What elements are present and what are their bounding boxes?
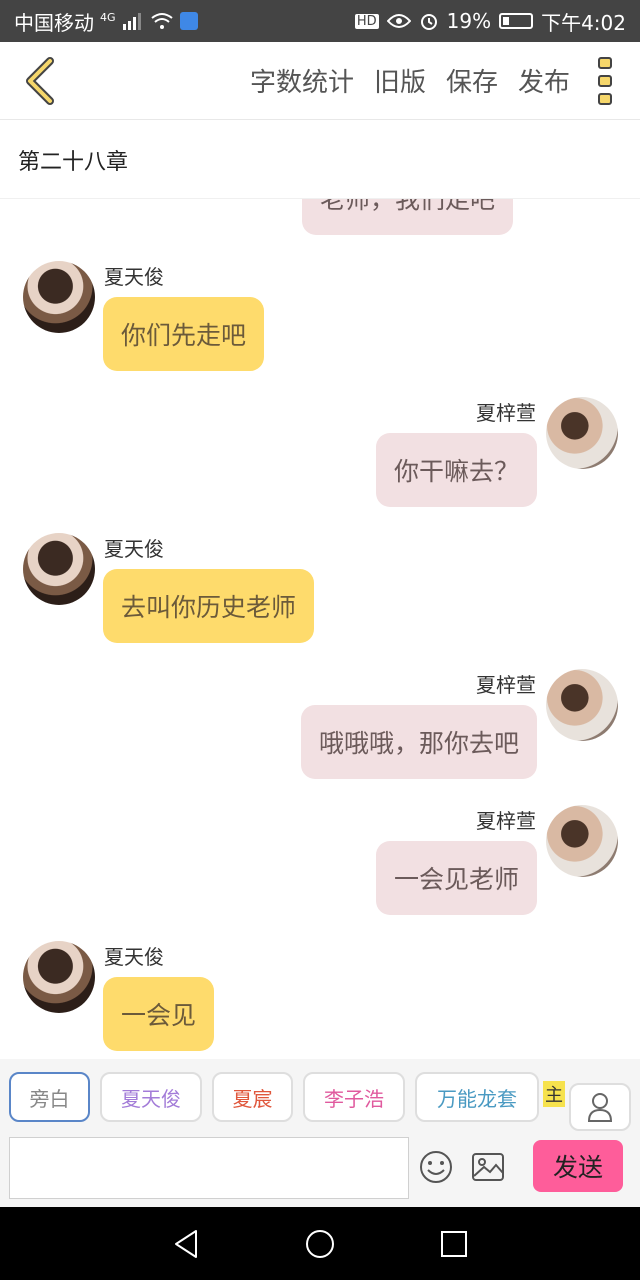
- character-chip-label: 夏天俊: [121, 1086, 181, 1111]
- hd-badge: HD: [354, 13, 379, 29]
- alarm-icon: [420, 14, 437, 30]
- character-chip[interactable]: 夏天俊: [100, 1072, 202, 1122]
- character-chip-narrator[interactable]: 旁白: [9, 1072, 90, 1122]
- nav-recents-icon[interactable]: [440, 1230, 468, 1258]
- clock: 下午4:02: [541, 10, 626, 35]
- sender-name: 夏天俊: [104, 265, 164, 289]
- sender-name: 夏梓萱: [476, 809, 536, 833]
- back-button[interactable]: [0, 42, 80, 120]
- avatar[interactable]: [546, 669, 618, 741]
- carrier-label: 中国移动: [14, 10, 94, 35]
- chat-bubble-text: 你干嘛去？: [393, 457, 519, 486]
- chat-bubble-text: 老师，我们走吧: [320, 199, 496, 214]
- image-icon[interactable]: [470, 1149, 506, 1185]
- emoji-icon[interactable]: [418, 1149, 454, 1185]
- old-version-button[interactable]: 旧版: [374, 62, 426, 99]
- character-chip-label: 李子浩: [324, 1086, 384, 1111]
- wifi-icon: [150, 13, 173, 29]
- nav-back-icon[interactable]: [172, 1229, 200, 1259]
- character-chip[interactable]: 夏宸: [212, 1072, 293, 1122]
- sender-name: 夏天俊: [104, 945, 164, 969]
- chat-bubble-text: 你们先走吧: [121, 321, 247, 350]
- battery-percent: 19%: [446, 9, 492, 33]
- battery-icon: [499, 13, 534, 29]
- main-character-tag[interactable]: 主: [543, 1081, 565, 1107]
- chat-bubble[interactable]: 去叫你历史老师: [103, 569, 315, 643]
- status-bar: 中国移动 4G HD 19% 下午4:02: [0, 0, 640, 42]
- publish-button[interactable]: 发布: [518, 62, 570, 99]
- chat-bubble[interactable]: 一会见老师: [375, 841, 537, 915]
- avatar[interactable]: [23, 261, 95, 333]
- character-manager-button[interactable]: [569, 1083, 631, 1131]
- person-icon: [587, 1093, 613, 1122]
- chat-bubble[interactable]: 一会见: [103, 977, 215, 1051]
- character-chip-label: 万能龙套: [437, 1086, 517, 1111]
- avatar[interactable]: [23, 941, 95, 1013]
- chat-bubble-text: 一会见: [121, 1001, 197, 1030]
- chapter-title[interactable]: 第二十八章: [0, 121, 640, 199]
- app-header: 字数统计 旧版 保存 发布: [0, 42, 640, 120]
- word-count-button[interactable]: 字数统计: [250, 62, 354, 99]
- chat-area[interactable]: 老师，我们走吧 夏天俊 你们先走吧 夏梓萱 你干嘛去？ 夏天俊 去叫你历史老师 …: [0, 199, 640, 1059]
- chat-bubble-text: 去叫你历史老师: [121, 593, 297, 622]
- eye-icon: [386, 14, 411, 28]
- chat-bubble-text: 一会见老师: [393, 865, 519, 894]
- character-chip-label: 夏宸: [232, 1086, 273, 1111]
- menu-dots-icon[interactable]: [590, 51, 620, 111]
- shield-icon: [179, 12, 198, 30]
- chapter-title-text: 第二十八章: [18, 149, 129, 175]
- nav-home-icon[interactable]: [304, 1228, 336, 1260]
- avatar[interactable]: [546, 805, 618, 877]
- chat-bubble[interactable]: 你干嘛去？: [375, 433, 537, 507]
- avatar[interactable]: [546, 397, 618, 469]
- sender-name: 夏梓萱: [476, 401, 536, 425]
- signal-icon: [122, 13, 141, 30]
- composer-bar: 发送: [0, 1135, 640, 1207]
- character-chip[interactable]: 李子浩: [303, 1072, 405, 1122]
- chat-bubble-partial[interactable]: 老师，我们走吧: [302, 199, 514, 235]
- character-chip[interactable]: 万能龙套: [415, 1072, 539, 1122]
- chat-bubble[interactable]: 哦哦哦，那你去吧: [300, 705, 537, 779]
- character-chip-label: 旁白: [29, 1086, 70, 1111]
- save-button[interactable]: 保存: [446, 62, 498, 99]
- chat-bubble-text: 哦哦哦，那你去吧: [318, 729, 519, 758]
- back-chevron-icon: [26, 56, 54, 105]
- sender-name: 夏天俊: [104, 537, 164, 561]
- avatar[interactable]: [23, 533, 95, 605]
- chat-bubble[interactable]: 你们先走吧: [103, 297, 265, 371]
- network-label: 4G: [100, 10, 116, 24]
- send-button[interactable]: 发送: [533, 1140, 623, 1192]
- message-input[interactable]: [9, 1137, 409, 1199]
- system-nav-bar: [0, 1207, 640, 1280]
- sender-name: 夏梓萱: [476, 673, 536, 697]
